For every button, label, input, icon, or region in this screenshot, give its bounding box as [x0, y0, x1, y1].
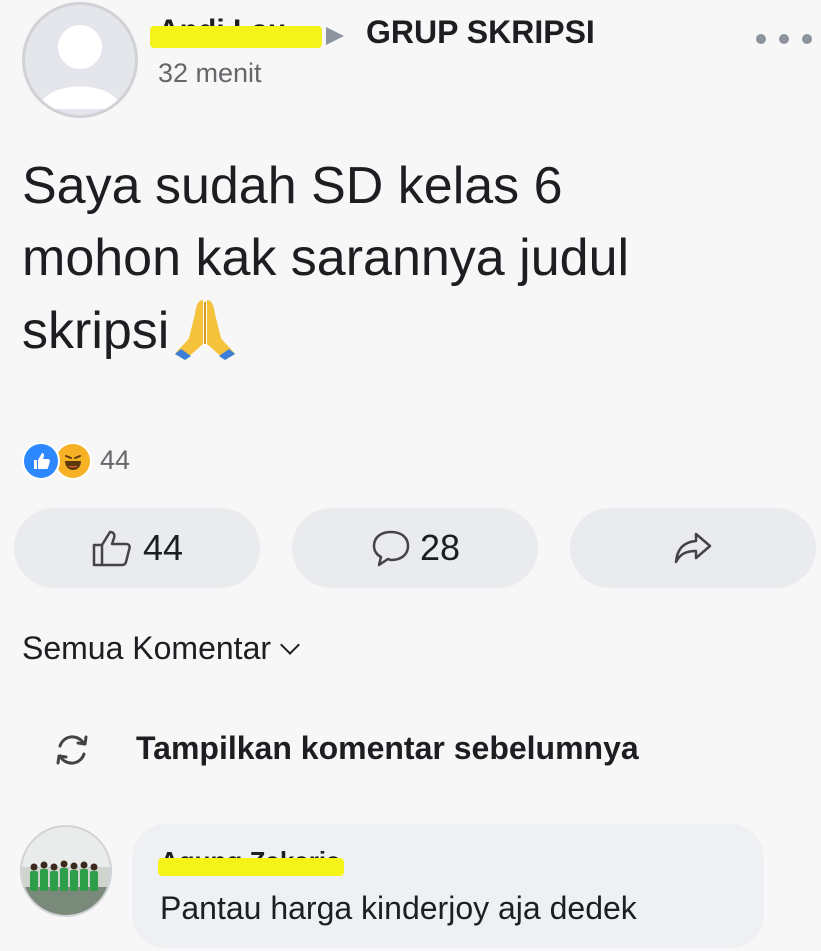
post-text-line-with-emoji: skripsi	[22, 294, 782, 381]
post-timestamp[interactable]: 32 menit	[158, 58, 262, 89]
post-text-line: Saya sudah SD kelas 6	[22, 157, 563, 215]
comment-button[interactable]: 28	[292, 508, 538, 588]
dot-icon	[802, 34, 812, 44]
like-reaction-icon[interactable]	[22, 442, 60, 480]
group-photo-icon	[22, 827, 110, 915]
post-body: Saya sudah SD kelas 6 mohon kak sarannya…	[22, 150, 782, 381]
author-avatar[interactable]	[22, 2, 138, 118]
comment-sort-dropdown[interactable]: Semua Komentar	[22, 630, 300, 667]
dot-icon	[756, 34, 766, 44]
post-text-line: skripsi	[22, 302, 170, 360]
more-options-button[interactable]	[756, 26, 812, 52]
share-arrow-icon	[674, 532, 712, 564]
dot-icon	[779, 34, 789, 44]
default-avatar-icon	[39, 25, 121, 109]
redaction-highlight	[158, 858, 344, 876]
share-button[interactable]	[570, 508, 816, 588]
comment-text: Pantau harga kinderjoy aja dedek	[160, 890, 637, 926]
refresh-icon[interactable]	[52, 730, 92, 775]
chevron-down-icon	[280, 634, 300, 655]
post-text-line: mohon kak sarannya judul	[22, 229, 630, 287]
folded-hands-icon	[171, 294, 239, 381]
thumbs-up-icon	[92, 530, 131, 567]
triangle-right-icon	[326, 27, 344, 45]
show-previous-comments-link[interactable]: Tampilkan komentar sebelumnya	[136, 730, 639, 767]
commenter-avatar[interactable]	[20, 825, 112, 917]
comment-bubble-icon	[372, 530, 410, 567]
comment-count: 28	[419, 527, 461, 568]
group-name[interactable]: GRUP SKRIPSI	[366, 14, 595, 51]
comment-bubble[interactable]	[132, 824, 764, 948]
like-count: 44	[142, 527, 184, 568]
sort-label: Semua Komentar	[22, 630, 272, 666]
like-button[interactable]: 44	[14, 508, 260, 588]
redaction-highlight	[150, 26, 322, 48]
reaction-count[interactable]: 44	[100, 445, 130, 476]
